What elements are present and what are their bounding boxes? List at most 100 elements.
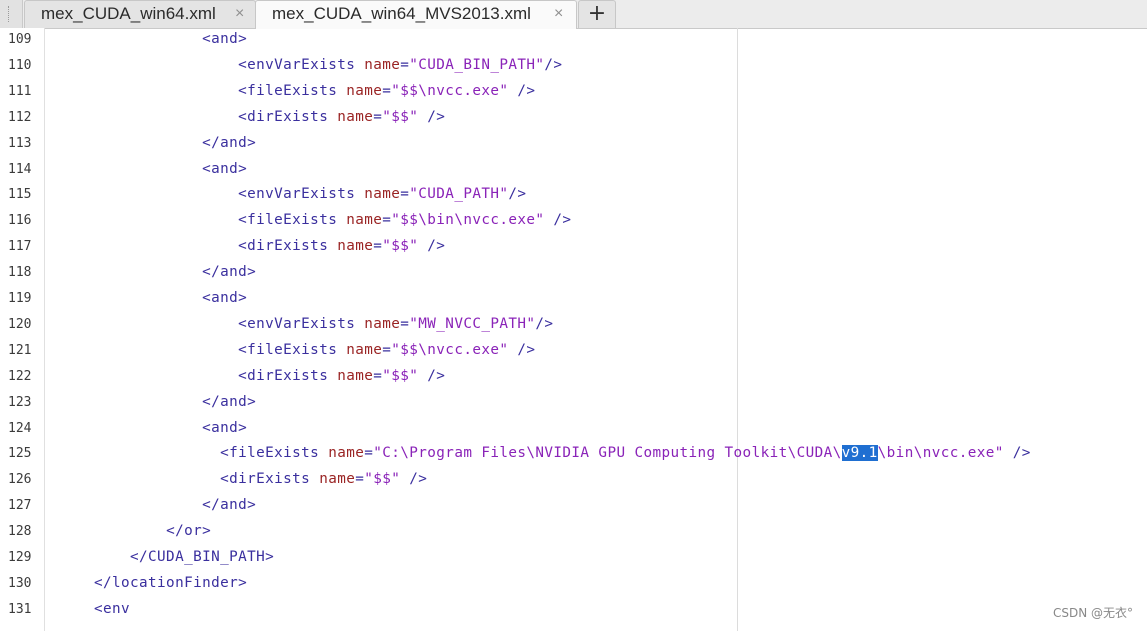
tab-mex-cuda-win64[interactable]: mex_CUDA_win64.xml × [24, 0, 256, 28]
token-val: "$$" [382, 108, 419, 125]
line-number: 131 [8, 601, 32, 617]
line-number: 130 [8, 575, 32, 591]
code-text[interactable]: </and> [94, 497, 256, 513]
line-number: 124 [8, 420, 32, 436]
code-text[interactable]: <and> [94, 420, 247, 436]
code-text[interactable]: <fileExists name="$$\nvcc.exe" /> [94, 342, 535, 358]
tab-mex-cuda-win64-mvs2013[interactable]: mex_CUDA_win64_MVS2013.xml × [255, 0, 577, 29]
token-tag: <and> [202, 419, 248, 436]
token-attr: name [328, 445, 365, 462]
token-tag: = [355, 471, 365, 488]
close-icon[interactable]: × [235, 5, 244, 23]
line-number: 120 [8, 316, 32, 332]
token-val: "CUDA_BIN_PATH" [409, 56, 545, 73]
code-line[interactable]: 125 <fileExists name="C:\Program Files\N… [0, 442, 1147, 468]
code-text[interactable]: <fileExists name="$$\bin\nvcc.exe" /> [94, 212, 571, 228]
tab-label: mex_CUDA_win64_MVS2013.xml [272, 4, 531, 23]
tab-label: mex_CUDA_win64.xml [41, 4, 216, 23]
code-text[interactable]: <dirExists name="$$" /> [94, 238, 445, 254]
code-line[interactable]: 128 </or> [0, 520, 1147, 546]
code-line[interactable]: 113 </and> [0, 132, 1147, 158]
code-line[interactable]: 120 <envVarExists name="MW_NVCC_PATH"/> [0, 313, 1147, 339]
token-attr: name [337, 238, 374, 255]
code-line[interactable]: 130 </locationFinder> [0, 572, 1147, 598]
code-text[interactable]: </and> [94, 264, 256, 280]
code-text[interactable]: <envVarExists name="MW_NVCC_PATH"/> [94, 316, 553, 332]
code-text[interactable]: <fileExists name="$$\nvcc.exe" /> [94, 83, 535, 99]
code-text[interactable]: <env [94, 601, 130, 617]
code-line[interactable]: 131 <env [0, 598, 1147, 624]
line-number: 127 [8, 498, 32, 514]
close-icon[interactable]: × [554, 5, 563, 23]
line-number: 111 [8, 83, 32, 99]
token-val: "$$" [382, 238, 419, 255]
code-line[interactable]: 124 <and> [0, 417, 1147, 443]
token-tag: /> [1003, 445, 1031, 462]
code-text[interactable]: <envVarExists name="CUDA_PATH"/> [94, 186, 526, 202]
new-tab-button[interactable]: + [578, 0, 616, 28]
code-line[interactable]: 117 <dirExists name="$$" /> [0, 235, 1147, 261]
line-number: 118 [8, 265, 32, 281]
code-line[interactable]: 122 <dirExists name="$$" /> [0, 365, 1147, 391]
code-text[interactable]: <fileExists name="C:\Program Files\NVIDI… [94, 445, 1031, 462]
code-text[interactable]: <dirExists name="$$" /> [94, 471, 427, 487]
code-line[interactable]: 110 <envVarExists name="CUDA_BIN_PATH"/> [0, 54, 1147, 80]
token-tag: </CUDA_BIN_PATH> [130, 549, 275, 565]
line-number: 123 [8, 394, 32, 410]
token-tag: /> [508, 82, 536, 99]
token-tag: </locationFinder> [94, 574, 248, 591]
code-line[interactable]: 123 </and> [0, 391, 1147, 417]
code-line[interactable]: 114 <and> [0, 158, 1147, 184]
line-number: 125 [8, 446, 32, 462]
code-text[interactable]: </locationFinder> [94, 575, 247, 591]
code-text[interactable]: </CUDA_BIN_PATH> [94, 549, 274, 565]
code-line[interactable]: 121 <fileExists name="$$\nvcc.exe" /> [0, 339, 1147, 365]
code-text[interactable]: </and> [94, 394, 256, 410]
code-line[interactable]: 127 </and> [0, 494, 1147, 520]
code-line[interactable]: 126 <dirExists name="$$" /> [0, 468, 1147, 494]
token-attr: name [364, 56, 401, 73]
code-text[interactable]: <dirExists name="$$" /> [94, 109, 445, 125]
token-tag: = [400, 315, 410, 332]
code-text[interactable]: <and> [94, 290, 247, 306]
code-text[interactable]: <dirExists name="$$" /> [94, 368, 445, 384]
token-tag: /> [544, 212, 572, 229]
code-text[interactable]: <and> [94, 161, 247, 177]
line-number: 113 [8, 135, 32, 151]
tab-scroll-handle[interactable] [0, 0, 23, 28]
token-tag: <fileExists [220, 445, 329, 462]
code-line[interactable]: 118 </and> [0, 261, 1147, 287]
code-line[interactable]: 119 <and> [0, 287, 1147, 313]
token-tag: /> [418, 367, 446, 384]
code-editor[interactable]: 109 <and> 110 <envVarExists name="CUDA_BI… [0, 28, 1147, 631]
code-line[interactable]: 116 <fileExists name="$$\bin\nvcc.exe" /… [0, 209, 1147, 235]
code-text[interactable]: </and> [94, 135, 256, 151]
code-line[interactable]: 115 <envVarExists name="CUDA_PATH"/> [0, 183, 1147, 209]
code-line[interactable]: 112 <dirExists name="$$" /> [0, 106, 1147, 132]
selected-text: v9.1 [841, 445, 878, 462]
token-attr: name [346, 341, 383, 358]
token-tag: <dirExists [238, 108, 338, 125]
token-tag: /> [544, 56, 563, 73]
token-tag: <envVarExists [238, 56, 365, 73]
token-tag: <fileExists [238, 341, 347, 358]
code-text[interactable]: <and> [94, 31, 247, 47]
code-line[interactable]: 111 <fileExists name="$$\nvcc.exe" /> [0, 80, 1147, 106]
code-text[interactable]: <envVarExists name="CUDA_BIN_PATH"/> [94, 57, 562, 73]
code-line[interactable]: 129 </CUDA_BIN_PATH> [0, 546, 1147, 572]
token-tag: /> [418, 108, 446, 125]
code-line[interactable]: 109 <and> [0, 28, 1147, 54]
code-text[interactable]: </or> [94, 523, 211, 539]
